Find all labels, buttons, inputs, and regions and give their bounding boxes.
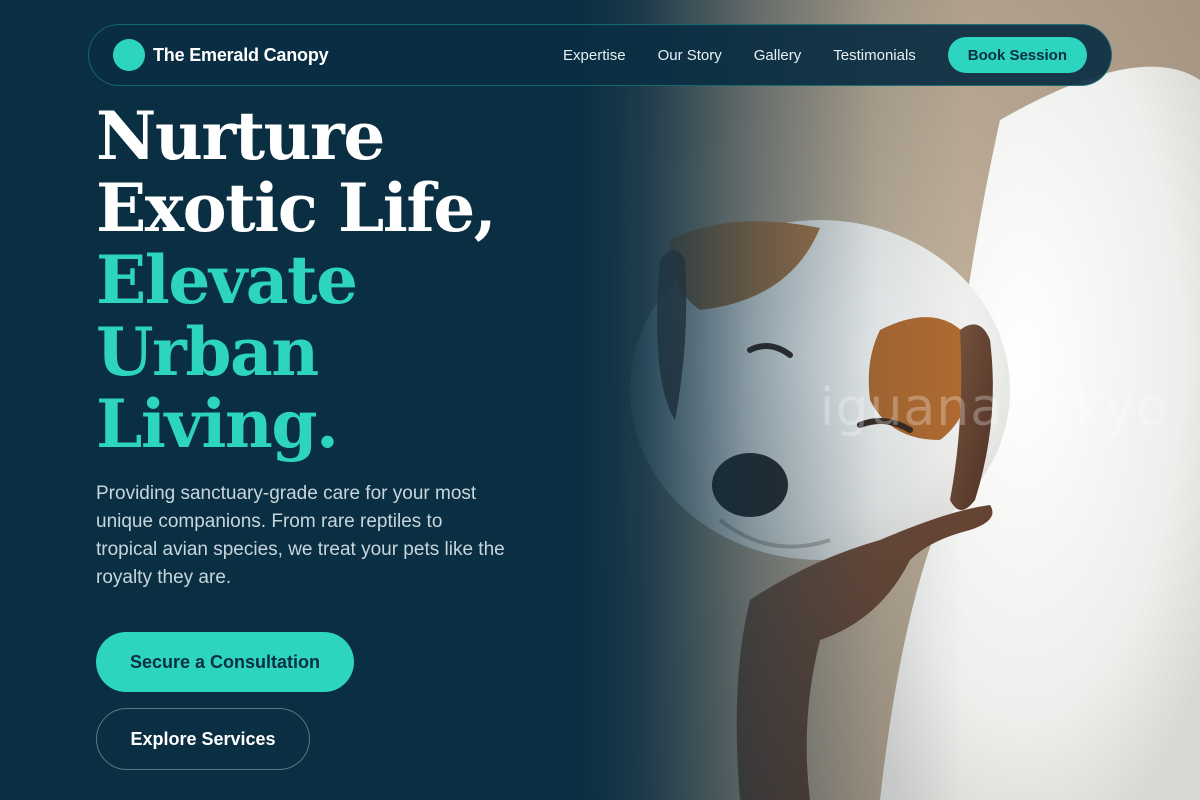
- nav-link-our-story[interactable]: Our Story: [658, 47, 722, 64]
- hero-title: Nurture Exotic Life, Elevate Urban Livin…: [96, 100, 596, 460]
- book-session-button[interactable]: Book Session: [947, 37, 1087, 73]
- brand-dot-icon: [113, 39, 145, 71]
- image-watermark: iguana.tokyo: [820, 378, 1169, 438]
- hero-title-line-2: Exotic Life,: [96, 169, 497, 247]
- hero-description: Providing sanctuary-grade care for your …: [96, 483, 505, 588]
- brand-logo[interactable]: The Emerald Canopy: [113, 39, 329, 71]
- hero-title-line-3: Elevate: [96, 241, 358, 319]
- secure-consultation-button[interactable]: Secure a Consultation: [96, 632, 354, 692]
- hero-title-line-1: Nurture: [96, 97, 385, 175]
- nav-links: Expertise Our Story Gallery Testimonials…: [563, 37, 1087, 73]
- nav-link-gallery[interactable]: Gallery: [754, 47, 802, 64]
- brand-name: The Emerald Canopy: [153, 44, 329, 65]
- hero-title-line-4: Urban: [96, 313, 319, 391]
- explore-services-button[interactable]: Explore Services: [96, 708, 310, 770]
- top-navbar: The Emerald Canopy Expertise Our Story G…: [88, 24, 1112, 86]
- nav-link-expertise[interactable]: Expertise: [563, 47, 626, 64]
- hero-title-line-5: Living.: [96, 385, 339, 463]
- nav-link-testimonials[interactable]: Testimonials: [833, 47, 916, 64]
